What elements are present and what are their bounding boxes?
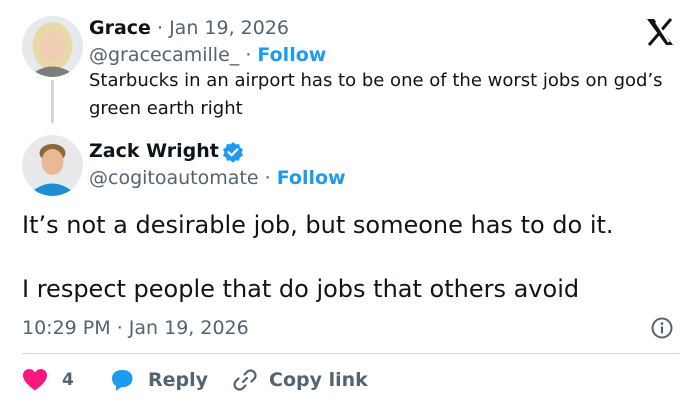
like-count: 4 — [62, 370, 74, 390]
reply-label: Reply — [148, 369, 209, 391]
thread-line — [51, 80, 54, 123]
separator: · — [245, 44, 252, 66]
separator: · — [156, 17, 164, 39]
link-icon — [233, 369, 257, 391]
author-handle-grace[interactable]: @gracecamille_ — [89, 44, 239, 66]
avatar-zack[interactable] — [22, 135, 83, 196]
tweet-time: 10:29 PM — [22, 317, 111, 339]
tweet-date: Jan 19, 2026 — [128, 317, 249, 339]
tweet-timestamp[interactable]: 10:29 PM · Jan 19, 2026 — [22, 316, 249, 340]
reply-handle-row: @gracecamille_ · Follow — [89, 42, 326, 68]
avatar-zack-image — [22, 135, 83, 196]
info-icon[interactable] — [650, 316, 674, 340]
tweet-handle-row: @cogitoautomate · Follow — [89, 165, 346, 191]
copy-link-label: Copy link — [269, 369, 368, 391]
separator: · — [264, 167, 271, 189]
divider — [22, 353, 680, 354]
follow-button-zack[interactable]: Follow — [277, 167, 346, 189]
reply-header: Grace · Jan 19, 2026 — [89, 15, 289, 41]
heart-icon — [23, 369, 47, 391]
tweet-text-line-2: I respect people that do jobs that other… — [22, 275, 580, 303]
like-button[interactable]: 4 — [22, 366, 74, 394]
copy-link-button[interactable]: Copy link — [232, 366, 368, 394]
verified-badge-icon — [223, 142, 243, 163]
author-name-grace[interactable]: Grace — [89, 17, 151, 39]
avatar-grace[interactable] — [22, 16, 83, 77]
separator: · — [116, 317, 123, 339]
reply-date[interactable]: Jan 19, 2026 — [169, 17, 289, 39]
author-handle-zack[interactable]: @cogitoautomate — [89, 167, 259, 189]
follow-button-grace[interactable]: Follow — [257, 44, 326, 66]
reply-bubble-icon — [112, 370, 133, 391]
reply-button[interactable]: Reply — [109, 366, 208, 394]
tweet-text-line-1: It’s not a desirable job, but someone ha… — [22, 211, 614, 239]
author-name-zack[interactable]: Zack Wright — [89, 140, 219, 162]
tweet-header: Zack Wright — [89, 138, 219, 164]
avatar-grace-image — [22, 16, 83, 77]
reply-text: Starbucks in an airport has to be one of… — [89, 70, 663, 119]
x-logo-icon[interactable] — [645, 18, 675, 46]
